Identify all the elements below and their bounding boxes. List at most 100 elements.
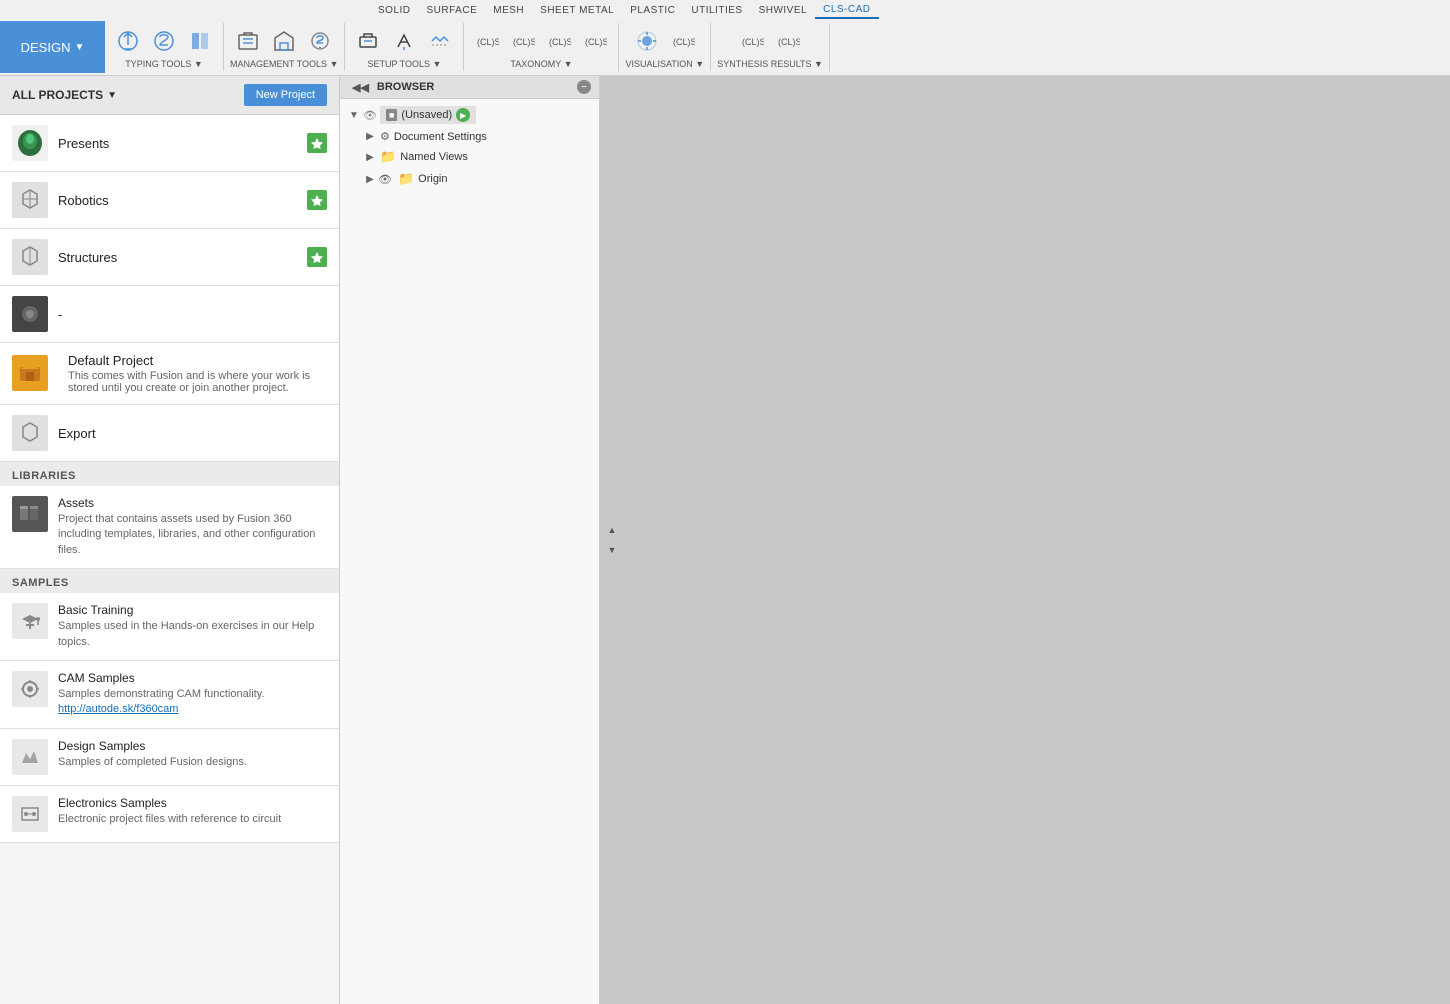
taxonomy-tool-1[interactable]: (CL)S — [470, 25, 504, 57]
library-item-assets[interactable]: Assets Project that contains assets used… — [0, 486, 339, 569]
toolbar: SOLID SURFACE MESH SHEET METAL PLASTIC U… — [0, 0, 1450, 76]
section-cls-cad[interactable]: CLS-CAD — [815, 2, 878, 19]
sample-item-design[interactable]: Design Samples Samples of completed Fusi… — [0, 729, 339, 786]
folder-icon-origin: 📁 — [398, 171, 414, 187]
right-area: ◀◀ BROWSER − ▼ 👁 ■ (Unsaved) ▶ — [340, 76, 1450, 1004]
typing-tools-icons — [111, 25, 217, 57]
nav-arrow-up[interactable]: ▲ — [604, 522, 620, 538]
project-name-presents: Presents — [58, 136, 307, 151]
mgmt-tool-1[interactable] — [231, 25, 265, 57]
root-collapse-arrow: ▼ — [348, 109, 360, 121]
right-content: ◀◀ BROWSER − ▼ 👁 ■ (Unsaved) ▶ — [340, 76, 1450, 1004]
samples-section-header: SAMPLES — [0, 569, 339, 593]
doc-play-btn[interactable]: ▶ — [456, 108, 470, 122]
setup-tool-3[interactable] — [423, 25, 457, 57]
project-item-default[interactable]: Default Project This comes with Fusion a… — [0, 343, 339, 405]
svg-text:(CL)S: (CL)S — [778, 37, 800, 47]
taxonomy-icon-2: (CL)S — [509, 27, 537, 55]
taxonomy-label[interactable]: TAXONOMY ▼ — [510, 59, 572, 69]
design-chevron: ▼ — [74, 42, 84, 53]
setup-tool-2[interactable] — [387, 25, 421, 57]
mgmt-tool-2[interactable] — [267, 25, 301, 57]
design-samples-thumb — [12, 739, 48, 775]
section-sheet-metal[interactable]: SHEET METAL — [532, 3, 622, 18]
doc-settings-arrow: ▶ — [364, 131, 376, 143]
sidebar-header: ALL PROJECTS ▼ New Project — [0, 76, 339, 115]
typing-tools-group: TYPING TOOLS ▼ — [105, 23, 224, 71]
taxonomy-tool-3[interactable]: (CL)S — [542, 25, 576, 57]
browser-title-text: BROWSER — [377, 81, 434, 93]
eye-icon-origin[interactable]: 👁 — [378, 173, 392, 186]
section-solid[interactable]: SOLID — [370, 3, 419, 18]
synth-tool-2[interactable]: (CL)S — [771, 25, 805, 57]
setup-tools-icons — [351, 25, 457, 57]
new-project-button[interactable]: New Project — [244, 84, 327, 106]
project-item-unnamed[interactable]: - — [0, 286, 339, 343]
all-projects-label[interactable]: ALL PROJECTS ▼ — [12, 88, 117, 102]
sample-item-basic-training[interactable]: Basic Training Samples used in the Hands… — [0, 593, 339, 661]
cam-link[interactable]: http://autode.sk/f360cam — [58, 703, 178, 715]
section-mesh[interactable]: MESH — [485, 3, 532, 18]
svg-text:(CL)S: (CL)S — [585, 37, 607, 47]
project-thumb-export — [12, 415, 48, 451]
sample-item-cam[interactable]: CAM Samples Samples demonstrating CAM fu… — [0, 661, 339, 729]
toolbar-buttons: DESIGN ▼ — [0, 19, 1450, 75]
vis-tool-1[interactable] — [630, 25, 664, 57]
design-label: DESIGN — [21, 40, 71, 55]
browser-origin[interactable]: ▶ 👁 📁 Origin — [340, 168, 599, 190]
management-tools-icons — [231, 25, 337, 57]
setup-tools-label[interactable]: SETUP TOOLS ▼ — [367, 59, 441, 69]
vis-icon-1 — [633, 27, 661, 55]
section-shwivel[interactable]: SHWIVEL — [751, 3, 816, 18]
browser-root-row[interactable]: ▼ 👁 ■ (Unsaved) ▶ — [340, 103, 599, 127]
project-item-structures[interactable]: Structures — [0, 229, 339, 286]
section-surface[interactable]: SURFACE — [419, 3, 486, 18]
vis-tool-2[interactable]: (CL)S — [666, 25, 700, 57]
project-name-unnamed: - — [58, 307, 327, 322]
main-area: ALL PROJECTS ▼ New Project Presents — [0, 76, 1450, 1004]
synth-icon-2: (CL)S — [774, 27, 802, 55]
synthesis-results-icons: (CL)S (CL)S — [735, 25, 805, 57]
doc-type-label: ■ — [386, 109, 397, 121]
browser-named-views[interactable]: ▶ 📁 Named Views — [340, 146, 599, 168]
svg-text:(CL)S: (CL)S — [742, 37, 764, 47]
taxonomy-icon-3: (CL)S — [545, 27, 573, 55]
taxonomy-tool-4[interactable]: (CL)S — [578, 25, 612, 57]
typing-tool-3[interactable] — [183, 25, 217, 57]
typing-icon-3 — [186, 27, 214, 55]
synth-tool-1[interactable]: (CL)S — [735, 25, 769, 57]
browser-minus-btn[interactable]: − — [577, 80, 591, 94]
section-plastic[interactable]: PLASTIC — [622, 3, 683, 18]
synthesis-results-label[interactable]: SYNTHESIS RESULTS ▼ — [717, 59, 823, 69]
visualisation-label[interactable]: VISUALISATION ▼ — [625, 59, 704, 69]
section-utilities[interactable]: UTILITIES — [683, 3, 750, 18]
setup-tool-1[interactable] — [351, 25, 385, 57]
typing-tools-label[interactable]: TYPING TOOLS ▼ — [125, 59, 203, 69]
taxonomy-icon-4: (CL)S — [581, 27, 609, 55]
sidebar-content: Presents Robotics — [0, 115, 339, 1004]
taxonomy-tool-2[interactable]: (CL)S — [506, 25, 540, 57]
project-name-structures: Structures — [58, 250, 307, 265]
basic-training-desc: Samples used in the Hands-on exercises i… — [58, 619, 327, 650]
default-project-text: Default Project This comes with Fusion a… — [68, 353, 327, 394]
setup-icon-2 — [390, 27, 418, 55]
management-tools-label[interactable]: MANAGEMENT TOOLS ▼ — [230, 59, 338, 69]
typing-tool-1[interactable] — [111, 25, 145, 57]
typing-tool-2[interactable] — [147, 25, 181, 57]
project-item-presents[interactable]: Presents — [0, 115, 339, 172]
nav-arrow-down[interactable]: ▼ — [604, 542, 620, 558]
project-item-export[interactable]: Export — [0, 405, 339, 462]
sample-item-electronics[interactable]: Electronics Samples Electronic project f… — [0, 786, 339, 843]
taxonomy-group: (CL)S (CL)S (CL)S — [464, 23, 619, 71]
browser-doc-settings[interactable]: ▶ ⚙ Document Settings — [340, 127, 599, 146]
project-item-robotics[interactable]: Robotics — [0, 172, 339, 229]
eye-toggle[interactable]: 👁 — [363, 109, 377, 122]
project-desc-default: This comes with Fusion and is where your… — [68, 370, 327, 394]
mgmt-tool-3[interactable] — [303, 25, 337, 57]
browser-collapse-btn[interactable]: ◀◀ — [348, 81, 373, 94]
design-button[interactable]: DESIGN ▼ — [0, 21, 105, 73]
design-samples-text: Design Samples Samples of completed Fusi… — [58, 739, 327, 770]
cam-desc-text: Samples demonstrating CAM functionality. — [58, 688, 264, 700]
basic-training-name: Basic Training — [58, 603, 327, 617]
doc-name-tag: ■ (Unsaved) ▶ — [380, 106, 476, 124]
